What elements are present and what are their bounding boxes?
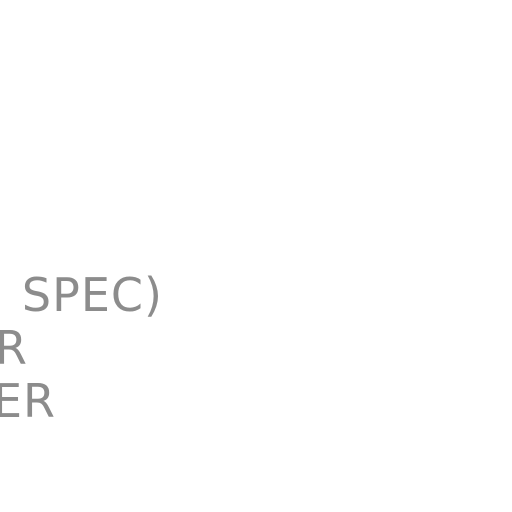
text-line-spec: SPEC) [21, 268, 163, 322]
text-line-er: ER [0, 374, 56, 428]
text-line-r: R [0, 321, 28, 375]
